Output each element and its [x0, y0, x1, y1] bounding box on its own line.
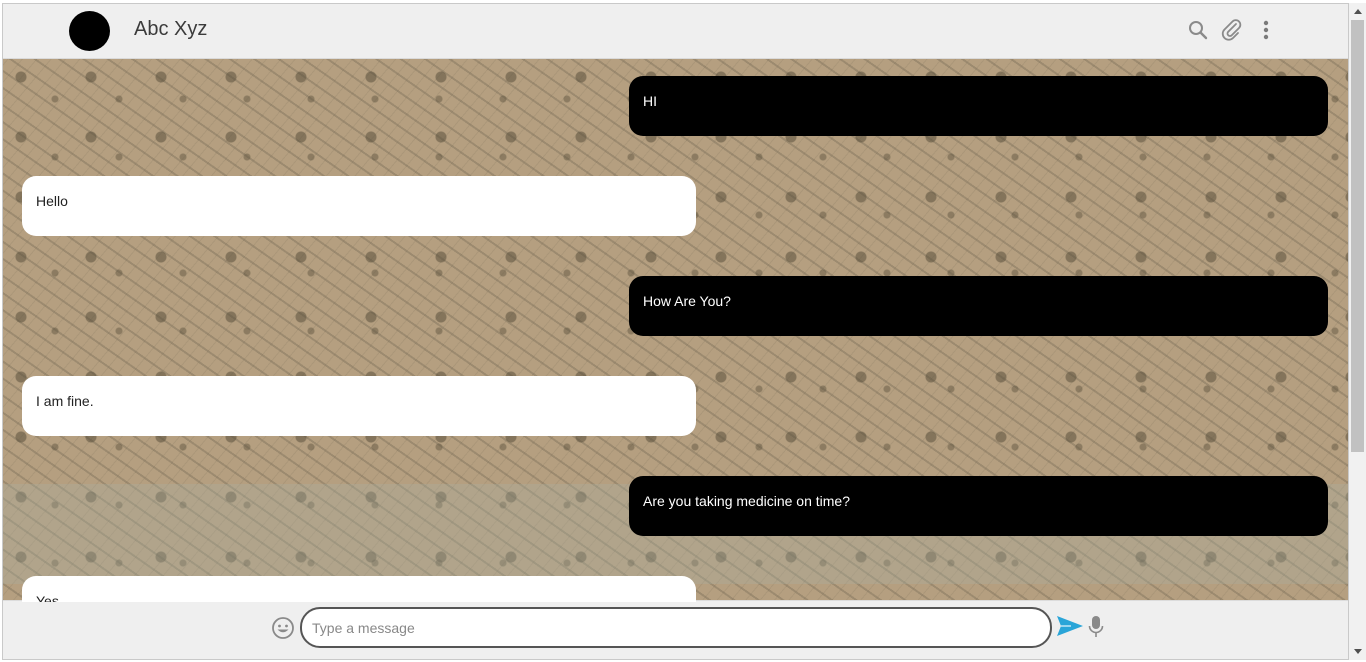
message-bubble-outgoing: HI	[629, 76, 1328, 136]
chat-header: Abc Xyz	[3, 4, 1348, 59]
scrollbar-thumb[interactable]	[1351, 20, 1364, 452]
search-icon[interactable]	[1186, 18, 1210, 42]
message-bubble-outgoing: How Are You?	[629, 276, 1328, 336]
composer-bar	[3, 600, 1348, 659]
send-icon[interactable]	[1056, 614, 1084, 640]
scroll-up-arrow-icon[interactable]	[1349, 3, 1366, 20]
scroll-down-arrow-icon[interactable]	[1349, 643, 1366, 660]
message-bubble-outgoing: Are you taking medicine on time?	[629, 476, 1328, 536]
header-actions	[1186, 18, 1278, 42]
microphone-icon[interactable]	[1088, 615, 1104, 641]
emoji-icon[interactable]	[271, 616, 295, 640]
message-bubble-incoming: Hello	[22, 176, 696, 236]
message-list[interactable]: HI Hello How Are You? I am fine. Are you…	[3, 59, 1348, 602]
contact-name[interactable]: Abc Xyz	[134, 18, 207, 41]
message-bubble-incoming: I am fine.	[22, 376, 696, 436]
more-vertical-icon[interactable]	[1254, 18, 1278, 42]
paperclip-icon[interactable]	[1220, 18, 1244, 42]
message-bubble-incoming: Yes	[22, 576, 696, 602]
chat-window: Abc Xyz HI Hello How Are You? I am fine.…	[2, 3, 1349, 660]
vertical-scrollbar[interactable]	[1349, 3, 1366, 660]
message-input[interactable]	[300, 607, 1052, 648]
avatar[interactable]	[69, 11, 110, 51]
